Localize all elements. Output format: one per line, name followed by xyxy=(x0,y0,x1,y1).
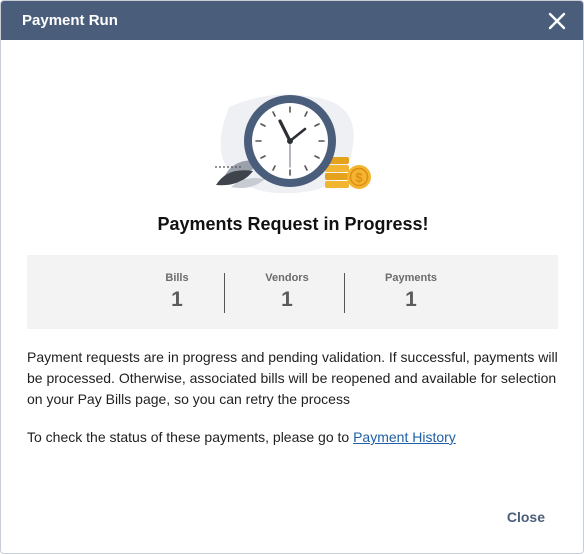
stat-divider xyxy=(224,273,225,313)
stat-value: 1 xyxy=(405,288,417,311)
stats-panel: Bills 1 Vendors 1 Payments 1 xyxy=(27,255,558,329)
stat-value: 1 xyxy=(281,288,293,311)
stat-vendors: Vendors 1 xyxy=(237,255,337,329)
stat-bills: Bills 1 xyxy=(127,255,227,329)
stat-label: Payments xyxy=(385,272,437,284)
dialog-heading: Payments Request in Progress! xyxy=(157,214,429,234)
payment-history-note: To check the status of these payments, p… xyxy=(27,427,567,448)
payment-run-dialog: Payment Run $ Payments Request in Progre… xyxy=(0,0,584,554)
close-button[interactable]: Close xyxy=(507,509,545,525)
clock-icon: $ xyxy=(215,94,371,194)
close-icon[interactable] xyxy=(545,9,569,33)
stat-label: Bills xyxy=(165,272,189,284)
stat-payments: Payments 1 xyxy=(361,255,461,329)
stat-label: Vendors xyxy=(265,272,309,284)
status-message: Payment requests are in progress and pen… xyxy=(27,349,558,407)
payment-history-link[interactable]: Payment History xyxy=(353,429,456,445)
stat-divider xyxy=(344,273,345,313)
payment-history-prefix: To check the status of these payments, p… xyxy=(27,429,354,445)
dialog-title: Payment Run xyxy=(22,12,118,29)
svg-text:$: $ xyxy=(355,170,363,185)
dialog-titlebar: Payment Run xyxy=(1,1,583,40)
stat-value: 1 xyxy=(171,288,183,311)
